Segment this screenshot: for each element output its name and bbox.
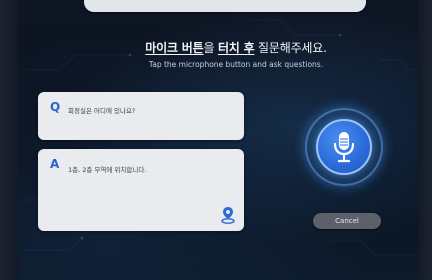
instruction-touch-after-text: 터치 후 — [217, 41, 255, 55]
question-text: 회정실은 어디에 있나요? — [68, 107, 136, 115]
microphone-button[interactable] — [316, 119, 372, 175]
instruction-text: 마이크 버튼을 터치 후 질문해주세요. Tap the microphone … — [90, 40, 382, 70]
device-top-notch — [84, 0, 366, 12]
instruction-mic-button-text: 마이크 버튼 — [145, 41, 204, 55]
cancel-button[interactable]: Cancel — [313, 213, 381, 229]
answer-letter: A — [50, 157, 60, 171]
instruction-particle: 을 — [203, 41, 218, 55]
answer-text: 1층, 2층 무역에 위치합니다. — [68, 166, 147, 174]
instruction-ask-text: 질문해주세요. — [254, 41, 327, 55]
microphone-icon — [333, 132, 355, 163]
instruction-korean: 마이크 버튼을 터치 후 질문해주세요. — [90, 40, 382, 56]
question-card: Q 회정실은 어디에 있나요? — [38, 92, 244, 140]
location-pin-icon[interactable] — [220, 206, 236, 224]
question-letter: Q — [50, 100, 61, 114]
instruction-english: Tap the microphone button and ask questi… — [148, 60, 324, 69]
device-bezel-left — [0, 0, 18, 280]
answer-card: A 1층, 2층 무역에 위치합니다. — [38, 149, 244, 231]
kiosk-screen: 마이크 버튼을 터치 후 질문해주세요. Tap the microphone … — [0, 0, 432, 280]
